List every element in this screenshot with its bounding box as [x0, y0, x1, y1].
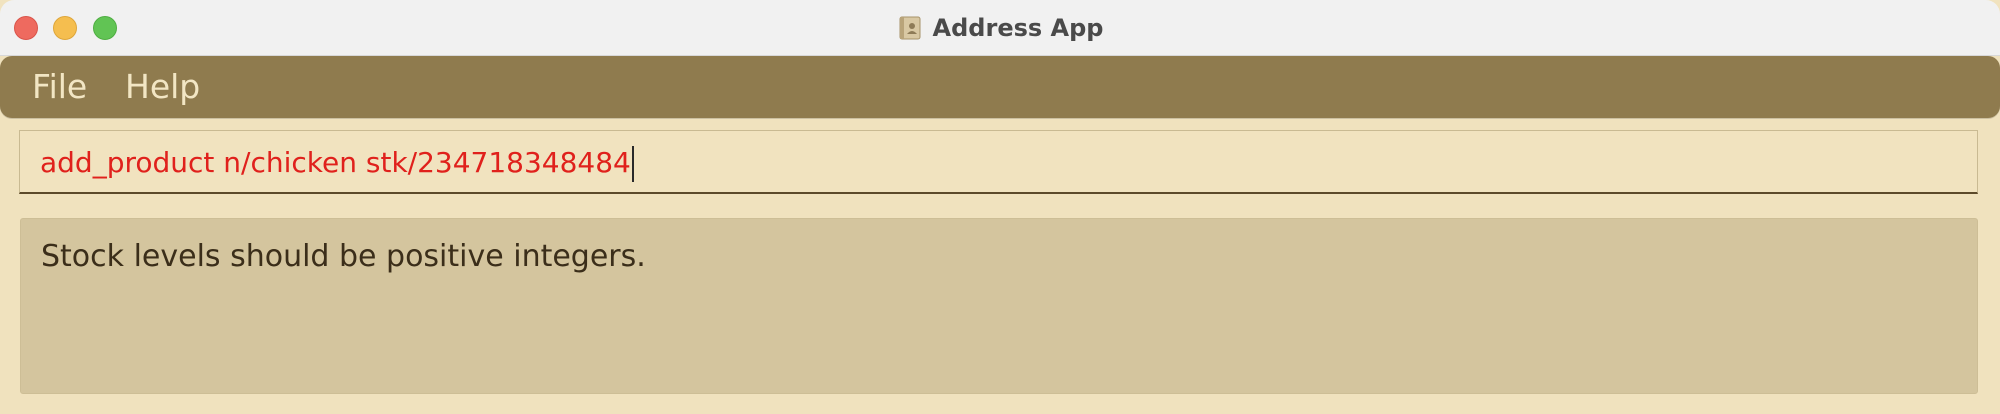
menu-file[interactable]: File — [32, 56, 87, 118]
menu-help[interactable]: Help — [125, 56, 200, 118]
result-message: Stock levels should be positive integers… — [41, 239, 646, 274]
window-title-group: Address App — [0, 0, 2000, 55]
command-text: add_product n/chicken stk/234718348484 — [40, 146, 631, 179]
menu-bar: File Help — [0, 56, 2000, 118]
command-box[interactable]: add_product n/chicken stk/234718348484 — [19, 130, 1978, 194]
address-book-icon — [897, 15, 923, 41]
app-window: Address App File Help add_product n/chic… — [0, 0, 2000, 414]
text-caret — [631, 146, 634, 182]
title-bar: Address App — [0, 0, 2000, 56]
window-title: Address App — [932, 13, 1104, 42]
command-input[interactable]: add_product n/chicken stk/234718348484 — [40, 131, 634, 195]
result-display: Stock levels should be positive integers… — [20, 218, 1978, 394]
